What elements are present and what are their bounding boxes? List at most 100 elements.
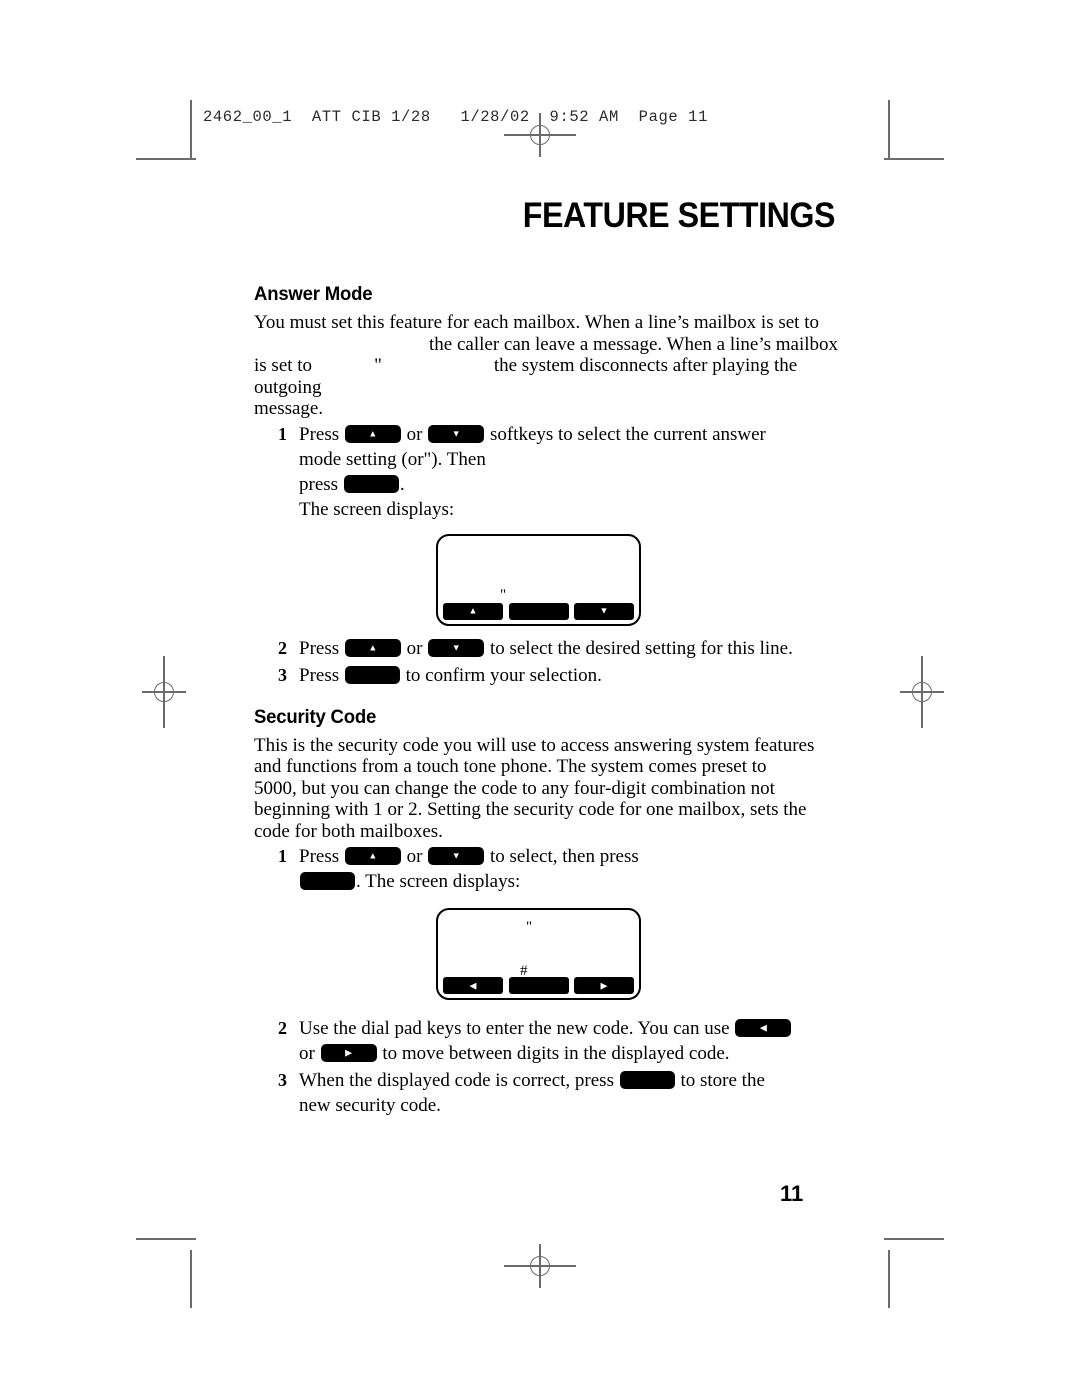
step-text: to select — [489, 846, 553, 867]
menu-softkey-button[interactable] — [619, 1071, 675, 1089]
step-text: or — [299, 1043, 315, 1064]
step-item: 2 Use the dial pad keys to enter the new… — [254, 1016, 844, 1066]
menu-softkey-button[interactable] — [344, 665, 400, 684]
right-triangle-icon: ▶ — [345, 1047, 353, 1058]
intro-line-3b: " — [374, 355, 382, 376]
body-line-3: 5000, but you can change the code to any… — [254, 777, 775, 799]
left-softkey-button[interactable]: ◀ — [735, 1019, 792, 1037]
up-triangle-icon: ▲ — [468, 605, 478, 616]
intro-line-1: You must set this feature for each mailb… — [254, 312, 819, 333]
step-text: mode setting ( — [299, 448, 408, 470]
section-heading-security-code: Security Code — [254, 705, 377, 728]
security-code-paragraph: This is the security code you will use t… — [254, 735, 844, 843]
intro-line-2: the caller can leave a message. When a l… — [429, 333, 839, 355]
step-text: or — [406, 423, 423, 445]
crop-mark-top-right-horizontal — [884, 158, 944, 160]
registration-mark-right — [900, 656, 944, 728]
down-triangle-icon: ▼ — [599, 605, 609, 616]
section-heading-answer-mode: Answer Mode — [254, 283, 373, 305]
step-item: 1 Press ▲ or ▼ to select, then press . T… — [254, 844, 844, 894]
step-text: Press — [299, 664, 340, 686]
registration-mark-bottom-center — [504, 1244, 576, 1288]
up-softkey-button[interactable]: ▲ — [344, 424, 401, 443]
crop-mark-bottom-right-horizontal — [884, 1238, 944, 1240]
step-text: to select the desired setting for this l… — [489, 637, 793, 659]
lcd-softkey-middle[interactable] — [508, 977, 569, 994]
step-text: to store the — [680, 1070, 765, 1091]
lcd-display-text-top: " — [526, 919, 533, 935]
down-softkey-button[interactable]: ▼ — [428, 847, 485, 865]
body-line-1: This is the security code you will use t… — [254, 734, 815, 756]
body-line-2: and functions from a touch tone phone. T… — [254, 756, 767, 777]
menu-softkey-button[interactable] — [300, 872, 355, 890]
step-number: 3 — [278, 1070, 287, 1090]
up-softkey-button[interactable]: ▲ — [344, 847, 401, 865]
step-number: 2 — [278, 1018, 287, 1038]
lcd-softkey-up[interactable]: ▲ — [443, 602, 503, 620]
up-softkey-button[interactable]: ▲ — [344, 638, 401, 657]
right-softkey-button[interactable]: ▶ — [320, 1044, 377, 1062]
step-text: Press — [299, 637, 340, 659]
down-triangle-icon: ▼ — [451, 642, 461, 652]
step-text: ). Then — [431, 448, 486, 470]
lcd-screen-security-code: " # ◀ ▶ — [436, 908, 641, 1000]
up-triangle-icon: ▲ — [368, 642, 378, 652]
step-text: or — [406, 846, 423, 867]
registration-mark-left — [142, 656, 186, 728]
left-triangle-icon: ◀ — [759, 1022, 767, 1033]
print-slug-line: 2462_00_1 ATT CIB 1/28 1/28/02 9:52 AM P… — [203, 108, 708, 126]
step-text: to move between digits in the displayed … — [382, 1043, 730, 1064]
step-text: or — [406, 637, 423, 659]
crop-mark-bottom-left-horizontal — [136, 1238, 196, 1240]
step-text: Press — [299, 846, 340, 867]
crop-mark-top-left-horizontal — [136, 158, 196, 160]
down-triangle-icon: ▼ — [451, 428, 461, 438]
left-triangle-icon: ◀ — [469, 980, 477, 990]
lcd-softkey-left[interactable]: ◀ — [443, 977, 503, 994]
page-content: Answer Mode You must set this feature fo… — [254, 283, 844, 1118]
lcd-softkey-down[interactable]: ▼ — [574, 602, 634, 620]
body-line-4: beginning with 1 or 2. Setting the secur… — [254, 799, 807, 820]
step-text: press — [299, 473, 339, 495]
step-text: Press — [299, 423, 340, 445]
step-item: 1 Press ▲ or ▼ softkeys to select the cu… — [254, 422, 844, 522]
step-text: softkeys to select the current answer — [489, 423, 766, 445]
step-text: Use the dial pad keys to enter the new c… — [299, 1018, 730, 1039]
step-item: 3 When the displayed code is correct, pr… — [254, 1068, 844, 1118]
body-line-5: code for both mailboxes. — [254, 820, 443, 842]
lcd-softkey-right[interactable]: ▶ — [574, 977, 634, 994]
step-item: 2 Press ▲ or ▼ to select the desired set… — [254, 636, 844, 661]
menu-softkey-button[interactable] — [343, 474, 399, 493]
answer-mode-intro-paragraph: You must set this feature for each mailb… — [254, 312, 844, 420]
intro-line-3a: is set to — [254, 355, 313, 376]
lcd-screen-answer-mode: " ▲ ▼ — [436, 533, 641, 626]
crop-mark-bottom-left-vertical — [190, 1250, 192, 1308]
page-number: 11 — [780, 1181, 804, 1206]
intro-line-4: message. — [254, 398, 324, 419]
down-triangle-icon: ▼ — [451, 850, 461, 861]
step-number: 2 — [278, 637, 287, 658]
down-softkey-button[interactable]: ▼ — [428, 638, 485, 657]
lcd-display-text: " — [500, 586, 507, 603]
page-title: FEATURE SETTINGS — [522, 196, 836, 235]
step-number: 1 — [278, 423, 287, 444]
step-text: When the displayed code is correct, pres… — [299, 1070, 614, 1091]
down-softkey-button[interactable]: ▼ — [428, 424, 485, 443]
up-triangle-icon: ▲ — [368, 850, 378, 861]
step-text: new security code. — [299, 1095, 441, 1116]
crop-mark-bottom-right-vertical — [888, 1250, 890, 1308]
step-text: to confirm your selection. — [405, 664, 602, 686]
step-number: 1 — [278, 846, 287, 866]
crop-mark-top-left-vertical — [190, 100, 192, 158]
lcd-softkey-row: ▲ ▼ — [443, 602, 634, 620]
crop-mark-top-right-vertical — [888, 100, 890, 158]
step-item: 3 Press to confirm your selection. — [254, 663, 844, 688]
lcd-softkey-row: ◀ ▶ — [443, 977, 634, 994]
answer-mode-steps: 1 Press ▲ or ▼ softkeys to select the cu… — [254, 422, 844, 688]
intro-line-3c: the system disconnects after playing the… — [254, 355, 798, 398]
right-triangle-icon: ▶ — [600, 980, 608, 990]
step-number: 3 — [278, 664, 287, 685]
lcd-softkey-middle[interactable] — [508, 602, 569, 620]
step-text: . — [399, 473, 405, 495]
security-code-steps: 1 Press ▲ or ▼ to select, then press . T… — [254, 844, 844, 1118]
